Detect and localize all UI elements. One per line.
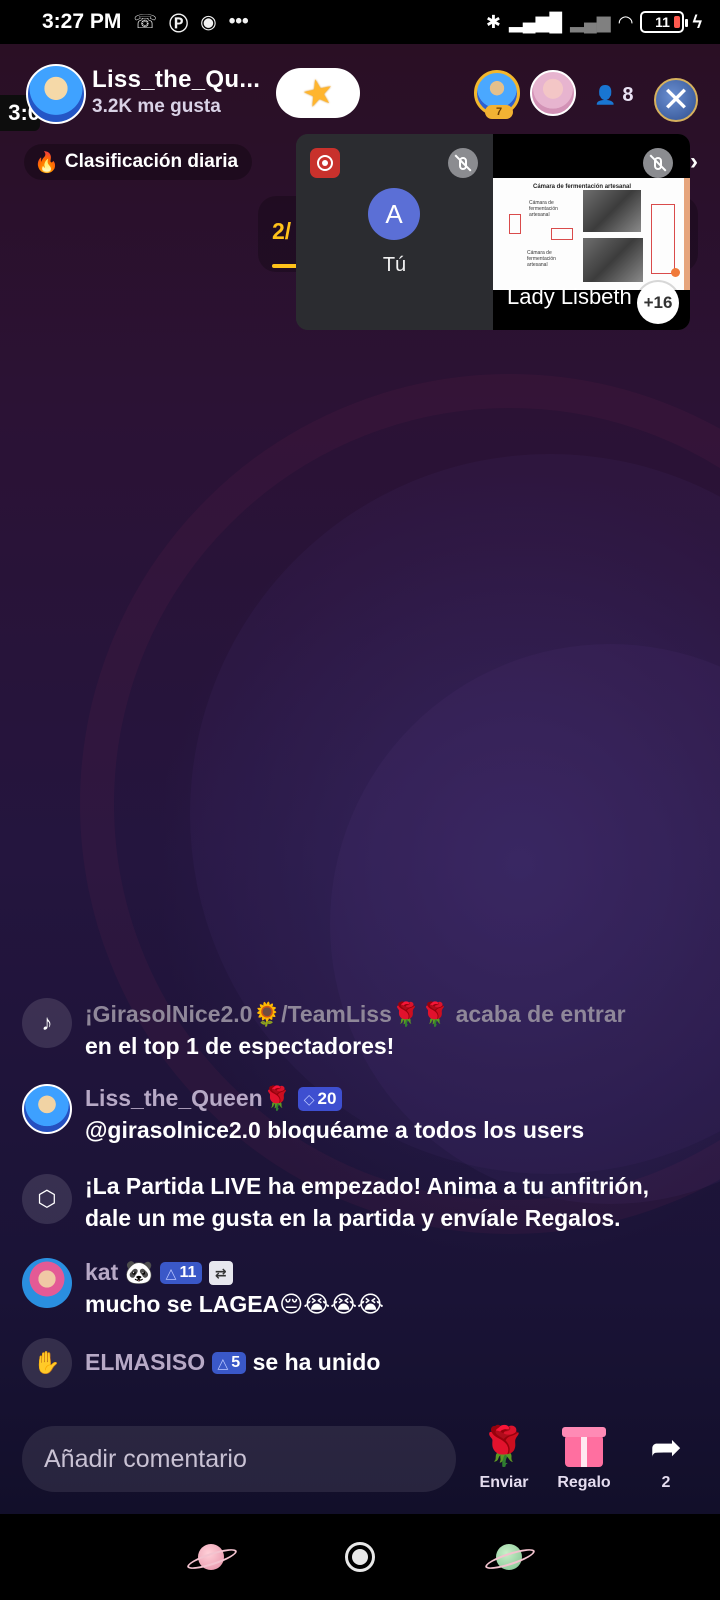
wifi-icon: ◠	[618, 11, 633, 32]
handshake-icon: ⬡	[22, 1174, 72, 1224]
self-name: Tú	[382, 254, 407, 276]
send-label: Enviar	[479, 1474, 529, 1491]
chat-text: acaba de entrar	[455, 1001, 626, 1027]
battery-icon: 11	[640, 11, 689, 33]
planet-icon	[198, 1544, 224, 1570]
chat-username[interactable]: ¡GirasolNice2.0🌻/TeamLiss🌹🌹	[85, 1001, 449, 1027]
slide-photo	[583, 238, 643, 282]
host-likes: 3.2K me gusta	[92, 96, 221, 117]
slide-photo	[583, 190, 641, 232]
radar-icon: ◉	[200, 11, 217, 33]
level-badge: ◇ 20	[297, 1087, 343, 1111]
chat-text: @girasolnice2.0 bloquéame a todos los us…	[85, 1117, 585, 1143]
flame-icon: 🔥	[34, 151, 59, 174]
gift-icon	[562, 1427, 606, 1467]
chat-username[interactable]: kat 🐼	[85, 1259, 153, 1285]
person-icon: 👤	[594, 84, 617, 105]
status-time: 3:27 PM	[42, 10, 122, 33]
shared-screen: Cámara de fermentación artesanal Cámara …	[493, 178, 690, 290]
chat-text: mucho se LAGEA😔😭😭😭	[85, 1291, 384, 1317]
slide-diagram	[551, 228, 573, 240]
status-bar: 3:27 PM ☏ Ⓟ ◉ ••• ✱ ▂▄▆█ ▂▄▆ ◠ 11 ϟ	[0, 0, 720, 44]
call-remote-tile[interactable]: Cámara de fermentación artesanal Cámara …	[493, 134, 690, 330]
daily-ranking-label: Clasificación diaria	[64, 151, 239, 172]
chat-username[interactable]: Liss_the_Queen🌹	[85, 1085, 291, 1111]
video-call-panel[interactable]: A Tú Cámara de fermentación artesanal Cá…	[296, 134, 690, 330]
gift-button[interactable]: Regalo	[548, 1424, 620, 1492]
triangle-icon: △	[217, 1355, 229, 1371]
battery-level: 11	[655, 14, 670, 30]
bluetooth-icon: ✱	[485, 11, 501, 32]
top-viewer-avatar[interactable]	[530, 70, 576, 116]
viewer-count-value: 8	[622, 83, 634, 106]
call-self-tile[interactable]: A Tú	[296, 134, 493, 330]
viewer-count[interactable]: 👤 8	[594, 78, 646, 112]
level-badge: △ 5	[211, 1352, 247, 1374]
planet-icon	[496, 1544, 522, 1570]
star-icon: ★	[297, 69, 338, 116]
tiktok-icon: ♪	[22, 998, 72, 1048]
comment-input[interactable]	[22, 1426, 456, 1492]
chat-text: se ha unido	[252, 1349, 381, 1375]
slide-label: Cámara de fermentación artesanal	[529, 200, 558, 218]
nav-back-button[interactable]	[188, 1534, 234, 1580]
top-viewer-avatar[interactable]: 7	[474, 70, 520, 119]
more-participants-button[interactable]: +16	[637, 282, 679, 324]
triangle-icon: △	[165, 1265, 177, 1281]
chevron-right-icon[interactable]: ›	[690, 148, 698, 176]
self-avatar: A	[368, 188, 420, 240]
nav-home-button[interactable]	[337, 1534, 383, 1580]
slide-diagram	[651, 204, 675, 274]
close-icon: ✕	[661, 81, 691, 119]
nav-recents-button[interactable]	[486, 1534, 532, 1580]
remote-participant-name: Lady Lisbeth	[507, 284, 632, 309]
share-count: 2	[661, 1474, 671, 1491]
host-avatar[interactable]	[26, 64, 86, 124]
mic-off-icon[interactable]	[643, 148, 673, 178]
rank-badge: 7	[485, 105, 513, 119]
share-icon: ➦	[650, 1426, 682, 1469]
share-button[interactable]: ➦ 2	[630, 1424, 702, 1492]
slide-diagram	[509, 214, 521, 234]
record-icon	[317, 155, 333, 171]
slide-label: Cámara de fermentación artesanal	[527, 250, 556, 268]
chat-text: en el top 1 de espectadores!	[85, 1033, 395, 1059]
guest-icon: ⇄	[208, 1261, 233, 1285]
chat-username[interactable]: ELMASISO	[85, 1349, 205, 1375]
pinterest-icon: Ⓟ	[169, 13, 189, 35]
signal-off-icon: ▂▄▆	[570, 11, 611, 32]
close-button[interactable]: ✕	[654, 78, 698, 122]
level-badge: △ 11	[159, 1262, 203, 1284]
slide-accent	[684, 178, 690, 290]
rose-icon: 🌹	[480, 1426, 528, 1468]
chat-text: ¡La Partida LIVE ha empezado! Anima a tu…	[85, 1173, 650, 1231]
more-icon: •••	[228, 11, 249, 32]
slide-marker	[671, 268, 680, 277]
follow-button[interactable]: ★	[276, 68, 360, 118]
host-name[interactable]: Liss_the_Qu...	[92, 66, 260, 94]
user-avatar[interactable]	[22, 1084, 72, 1134]
diamond-icon: ◇	[303, 1091, 315, 1107]
mic-off-icon[interactable]	[448, 148, 478, 178]
signal-icon: ▂▄▆█	[508, 11, 563, 32]
gift-label: Regalo	[557, 1474, 611, 1491]
daily-ranking-button[interactable]: 🔥 Clasificación diaria	[24, 144, 253, 180]
record-button[interactable]	[310, 148, 340, 178]
wave-hand-icon: ✋	[22, 1338, 72, 1388]
match-score: 2/	[272, 218, 292, 244]
home-icon	[345, 1542, 375, 1572]
navigation-bar	[0, 1514, 720, 1600]
user-avatar[interactable]	[22, 1258, 72, 1308]
send-rose-button[interactable]: 🌹 Enviar	[468, 1424, 540, 1492]
charging-icon: ϟ	[692, 11, 702, 32]
missed-call-icon: ☏	[133, 11, 158, 33]
